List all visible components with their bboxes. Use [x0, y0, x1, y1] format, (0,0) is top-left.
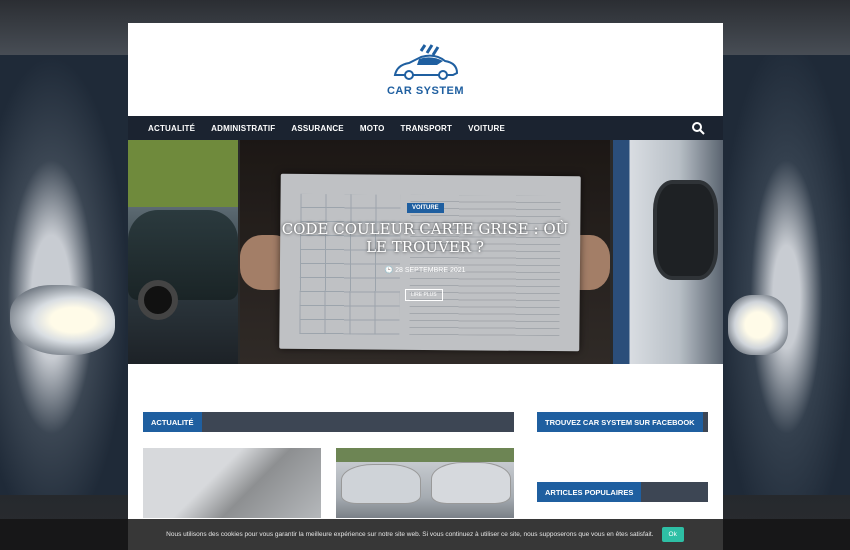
car-logo-icon[interactable]	[391, 43, 461, 83]
background-car-right	[723, 55, 850, 495]
section-title-populaires: ARTICLES POPULAIRES	[537, 482, 642, 502]
slide-previous[interactable]	[128, 140, 238, 364]
section-header-actualite: ACTUALITÉ	[143, 412, 514, 432]
page-container: CAR SYSTEM ACTUALITÉ ADMINISTRATIF ASSUR…	[128, 23, 723, 550]
tire-image	[653, 180, 718, 280]
category-badge[interactable]: VOITURE	[407, 203, 444, 213]
site-name[interactable]: CAR SYSTEM	[387, 85, 464, 97]
featured-slider: VOITURE CODE COULEUR CARTE GRISE : OÙ LE…	[128, 140, 723, 364]
nav-item-actualite[interactable]: ACTUALITÉ	[140, 124, 203, 133]
nav-item-administratif[interactable]: ADMINISTRATIF	[203, 124, 283, 133]
car-image	[341, 464, 421, 504]
slide-next[interactable]	[613, 140, 723, 364]
section-header-populaires: ARTICLES POPULAIRES	[537, 482, 708, 502]
main-navigation: ACTUALITÉ ADMINISTRATIF ASSURANCE MOTO T…	[128, 116, 723, 140]
headlight	[10, 285, 115, 355]
article-thumbnail[interactable]	[336, 448, 514, 518]
section-title-actualite[interactable]: ACTUALITÉ	[143, 412, 202, 432]
cookie-banner: Nous utilisons des cookies pour vous gar…	[0, 519, 850, 550]
car-image	[431, 462, 511, 504]
headlight	[728, 295, 788, 355]
cookie-ok-button[interactable]: Ok	[661, 527, 684, 542]
slide-date-text: 28 SEPTEMBRE 2021	[395, 267, 466, 274]
nav-item-moto[interactable]: MOTO	[352, 124, 393, 133]
read-more-button[interactable]: LIRE PLUS	[405, 289, 443, 301]
cookie-message: Nous utilisons des cookies pour vous gar…	[166, 531, 654, 538]
slide-title[interactable]: CODE COULEUR CARTE GRISE : OÙ LE TROUVER…	[270, 220, 580, 256]
section-title-facebook: TROUVEZ CAR SYSTEM SUR FACEBOOK	[537, 412, 703, 432]
nav-item-assurance[interactable]: ASSURANCE	[283, 124, 351, 133]
wheel-image	[138, 280, 178, 320]
search-icon[interactable]	[691, 121, 705, 135]
article-thumbnail[interactable]	[143, 448, 321, 518]
section-header-facebook: TROUVEZ CAR SYSTEM SUR FACEBOOK	[537, 412, 708, 432]
nav-item-transport[interactable]: TRANSPORT	[393, 124, 461, 133]
slide-date: 🕒 28 SEPTEMBRE 2021	[240, 266, 610, 274]
nav-item-voiture[interactable]: VOITURE	[460, 124, 513, 133]
site-header: CAR SYSTEM	[128, 23, 723, 116]
background-car-left	[0, 55, 128, 495]
clock-icon: 🕒	[384, 267, 396, 274]
slide-current[interactable]: VOITURE CODE COULEUR CARTE GRISE : OÙ LE…	[240, 140, 610, 364]
